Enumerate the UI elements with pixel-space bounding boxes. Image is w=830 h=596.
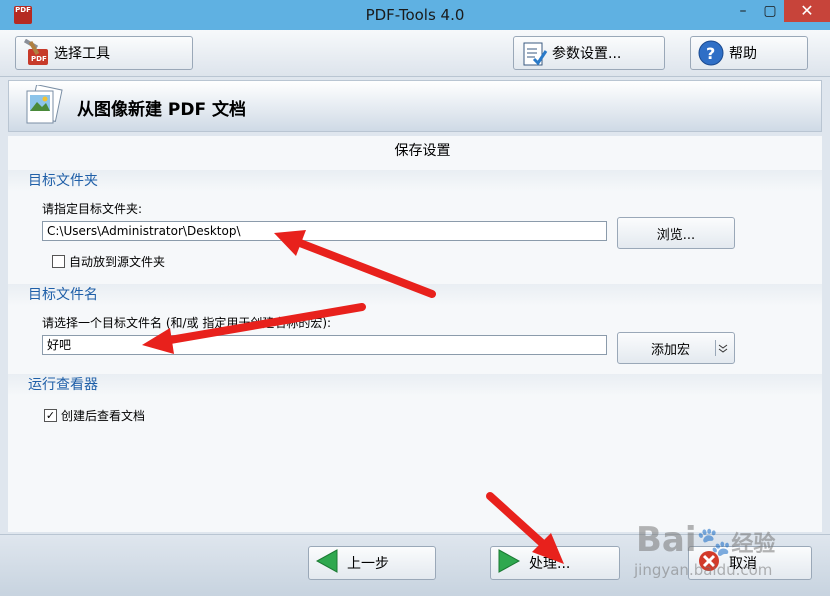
page-header: 从图像新建 PDF 文档 (8, 80, 822, 132)
watermark-brand-cn: 经验 (731, 532, 776, 557)
image-to-pdf-icon (19, 84, 65, 132)
viewer-group-title: 运行查看器 (8, 374, 822, 396)
title-bar[interactable]: PDF PDF-Tools 4.0 – ▢ ✕ (0, 0, 830, 30)
select-tool-button[interactable]: PDF 选择工具 (15, 36, 193, 70)
paw-icon: 🐾 (696, 525, 732, 558)
content-panel: 保存设置 目标文件夹 请指定目标文件夹: C:\Users\Administra… (8, 136, 822, 532)
browse-label: 浏览... (656, 227, 696, 243)
close-button[interactable]: ✕ (784, 0, 830, 22)
process-button[interactable]: 处理... (490, 546, 620, 580)
target-filename-prompt: 请选择一个目标文件名 (和/或 指定用于创建名称的宏): (42, 316, 332, 330)
minimize-icon: – (739, 3, 747, 19)
settings-checklist-icon (520, 39, 548, 67)
auto-source-checkbox[interactable]: 自动放到源文件夹 (52, 253, 165, 270)
chevron-down-icon (715, 340, 730, 356)
page-title: 从图像新建 PDF 文档 (77, 100, 247, 120)
params-button[interactable]: 参数设置... (513, 36, 665, 70)
maximize-icon: ▢ (763, 3, 777, 19)
browse-button[interactable]: 浏览... (617, 217, 735, 249)
app-window: PDF PDF-Tools 4.0 – ▢ ✕ PDF 选择工具 参数设置...… (0, 0, 830, 596)
help-button[interactable]: ? 帮助 (690, 36, 808, 70)
maximize-button[interactable]: ▢ (756, 0, 784, 22)
add-macro-label: 添加宏 (651, 342, 691, 358)
toolbar: PDF 选择工具 参数设置... ? 帮助 (0, 30, 830, 77)
watermark-brand: Bai (636, 520, 697, 560)
help-label: 帮助 (729, 46, 757, 62)
auto-source-checkbox-box[interactable] (52, 255, 65, 268)
baidu-watermark: Bai🐾经验 (636, 520, 775, 560)
target-filename-group-title: 目标文件名 (8, 284, 822, 306)
section-title: 保存设置 (394, 143, 451, 159)
target-filename-input[interactable]: 好吧 (42, 335, 607, 355)
target-folder-prompt: 请指定目标文件夹: (42, 202, 143, 216)
back-arrow-icon (315, 548, 339, 578)
auto-source-label: 自动放到源文件夹 (69, 255, 166, 269)
target-folder-input[interactable]: C:\Users\Administrator\Desktop\ (42, 221, 607, 241)
back-label: 上一步 (347, 556, 389, 572)
svg-text:?: ? (706, 44, 715, 63)
select-tool-label: 选择工具 (54, 46, 110, 62)
target-folder-group-title: 目标文件夹 (8, 170, 822, 192)
back-button[interactable]: 上一步 (308, 546, 436, 580)
minimize-button[interactable]: – (730, 0, 756, 22)
close-icon: ✕ (800, 1, 814, 20)
help-icon: ? (697, 39, 725, 67)
svg-text:PDF: PDF (31, 55, 47, 63)
watermark-url: jingyan.baidu.com (634, 561, 773, 579)
view-after-label: 创建后查看文档 (61, 409, 146, 423)
view-after-checkbox-box[interactable]: ✓ (44, 409, 57, 422)
process-label: 处理... (529, 556, 571, 572)
window-title: PDF-Tools 4.0 (365, 6, 465, 24)
forward-arrow-icon (497, 548, 521, 578)
toolbox-icon: PDF (22, 39, 50, 67)
add-macro-button[interactable]: 添加宏 (617, 332, 735, 364)
params-label: 参数设置... (552, 46, 622, 62)
view-after-checkbox[interactable]: ✓ 创建后查看文档 (44, 407, 145, 424)
